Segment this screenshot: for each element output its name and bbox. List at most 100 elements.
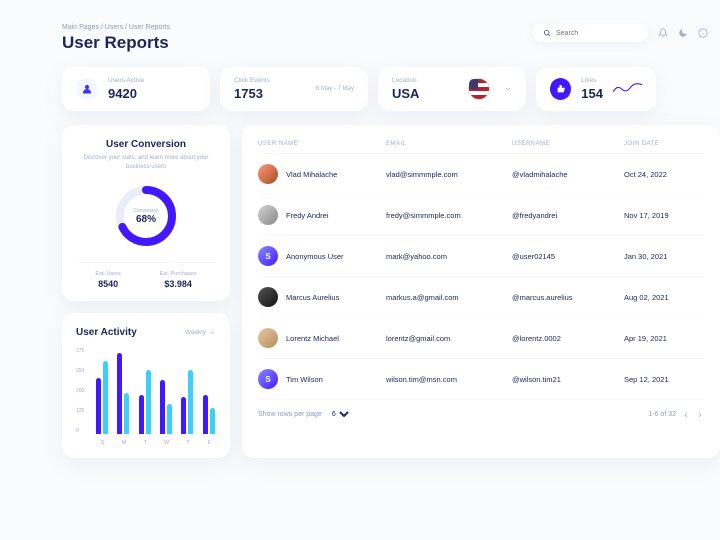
- cell-name: Marcus Aurelius: [286, 293, 339, 302]
- conversion-title: User Conversion: [76, 139, 216, 150]
- stat-label: Likes: [581, 77, 603, 84]
- bar-series-a: [181, 397, 186, 434]
- chevron-right-icon[interactable]: [696, 411, 704, 419]
- cell-name: Vlad Mihalache: [286, 170, 337, 179]
- cell-username: @marcus.aurelius: [512, 293, 624, 302]
- cell-email: mark@yahoo.com: [386, 252, 512, 261]
- est-purchases-value: $3.984: [160, 279, 197, 289]
- cell-email: markus.a@gmail.com: [386, 293, 512, 302]
- chevron-left-icon[interactable]: [682, 411, 690, 419]
- bar-group: M: [117, 353, 130, 434]
- cell-email: lorentz@gmail.com: [386, 334, 512, 343]
- bar-label: M: [122, 440, 127, 446]
- stat-range: 6 May - 7 May: [316, 86, 354, 92]
- cell-name: Anonymous User: [286, 252, 344, 261]
- bar-series-a: [139, 395, 144, 434]
- thumbs-up-icon: [550, 78, 571, 100]
- cell-email: vlad@simmmple.com: [386, 170, 512, 179]
- page-title: User Reports: [62, 33, 170, 53]
- bar-group: S: [96, 361, 109, 434]
- cell-username: @user02145: [512, 252, 624, 261]
- stat-label: Users Active: [108, 77, 144, 84]
- th-date[interactable]: JOIN DATE: [624, 141, 704, 147]
- activity-period-select[interactable]: Weekly: [185, 329, 216, 336]
- stat-value: 154: [581, 86, 603, 101]
- cell-username: @wilson.tim21: [512, 375, 624, 384]
- bar-series-b: [146, 370, 151, 435]
- avatar: S: [258, 369, 278, 389]
- stat-likes: Likes 154: [536, 67, 656, 111]
- table-row[interactable]: Vlad Mihalache vlad@simmmple.com @vladmi…: [258, 153, 704, 194]
- conversion-donut: Conversion68%: [112, 182, 180, 250]
- table-row[interactable]: Marcus Aurelius markus.a@gmail.com @marc…: [258, 276, 704, 317]
- cell-date: Apr 19, 2021: [624, 334, 704, 343]
- stat-value: 1753: [234, 86, 270, 101]
- bar-series-b: [210, 408, 215, 434]
- bar-label: T: [144, 440, 147, 446]
- flag-us-icon: [468, 78, 490, 100]
- cell-date: Jan 30, 2021: [624, 252, 704, 261]
- bar-group: F: [203, 395, 216, 434]
- avatar: [258, 205, 278, 225]
- breadcrumb[interactable]: Main Pages / Users / User Reports: [62, 24, 170, 31]
- cell-date: Nov 17, 2019: [624, 211, 704, 220]
- avatar: [258, 328, 278, 348]
- avatar: S: [258, 246, 278, 266]
- bar-group: W: [160, 380, 173, 434]
- cell-username: @vladmihalache: [512, 170, 624, 179]
- table-row[interactable]: S Anonymous User mark@yahoo.com @user0214…: [258, 235, 704, 276]
- person-icon: [76, 78, 98, 100]
- bar-label: S: [101, 440, 105, 446]
- bell-icon[interactable]: [658, 28, 668, 38]
- search-icon: [543, 29, 551, 37]
- bar-series-a: [203, 395, 208, 434]
- cell-email: fredy@simmmple.com: [386, 211, 512, 220]
- est-purchases-label: Est. Purchases: [160, 271, 197, 277]
- conversion-card: User Conversion Discover your stats, and…: [62, 125, 230, 301]
- stat-label: Click Events: [234, 77, 270, 84]
- cell-name: Fredy Andrei: [286, 211, 329, 220]
- stat-users-active: Users Active 9420: [62, 67, 210, 111]
- bar-label: F: [208, 440, 211, 446]
- th-name[interactable]: USER NAME: [258, 141, 386, 147]
- table-header: USER NAME EMAIL USERNAME JOIN DATE: [258, 135, 704, 153]
- search-input[interactable]: [556, 30, 636, 37]
- page-info: 1-6 of 32: [648, 411, 676, 418]
- est-users-value: 8540: [95, 279, 120, 289]
- cell-name: Tim Wilson: [286, 375, 323, 384]
- bar-series-a: [117, 353, 122, 434]
- sparkline-icon: [613, 81, 642, 97]
- cell-date: Aug 02, 2021: [624, 293, 704, 302]
- cell-username: @fredyandrei: [512, 211, 624, 220]
- th-username[interactable]: USERNAME: [512, 141, 624, 147]
- stat-value: 9420: [108, 86, 144, 101]
- rows-per-page[interactable]: Show rows per page6: [258, 410, 352, 419]
- search-box[interactable]: [533, 24, 648, 42]
- cell-username: @lorentz.0002: [512, 334, 624, 343]
- bar-series-b: [188, 370, 193, 435]
- cell-email: wilson.tim@msn.com: [386, 375, 512, 384]
- info-icon[interactable]: [698, 28, 708, 38]
- est-users-label: Est. Users: [95, 271, 120, 277]
- bar-series-b: [124, 393, 129, 434]
- rows-per-page-select[interactable]: 6: [328, 410, 352, 419]
- users-table: USER NAME EMAIL USERNAME JOIN DATE Vlad …: [242, 125, 720, 458]
- table-row[interactable]: Lorentz Michael lorentz@gmail.com @loren…: [258, 317, 704, 358]
- activity-title: User Activity: [76, 327, 137, 338]
- bar-series-a: [160, 380, 165, 434]
- bar-series-b: [103, 361, 108, 434]
- th-email[interactable]: EMAIL: [386, 141, 512, 147]
- avatar: [258, 287, 278, 307]
- donut-value: 68%: [136, 214, 156, 225]
- bar-series-a: [96, 378, 101, 434]
- conversion-subtitle: Discover your stats, and learn more abou…: [76, 154, 216, 172]
- moon-icon[interactable]: [678, 28, 688, 38]
- cell-date: Oct 24, 2022: [624, 170, 704, 179]
- stat-location[interactable]: LocationUSA: [378, 67, 526, 111]
- table-row[interactable]: Fredy Andrei fredy@simmmple.com @fredyan…: [258, 194, 704, 235]
- chevron-down-icon: [504, 85, 512, 93]
- bar-label: W: [164, 440, 169, 446]
- table-row[interactable]: S Tim Wilson wilson.tim@msn.com @wilson.t…: [258, 358, 704, 399]
- bar-label: T: [186, 440, 189, 446]
- avatar: [258, 164, 278, 184]
